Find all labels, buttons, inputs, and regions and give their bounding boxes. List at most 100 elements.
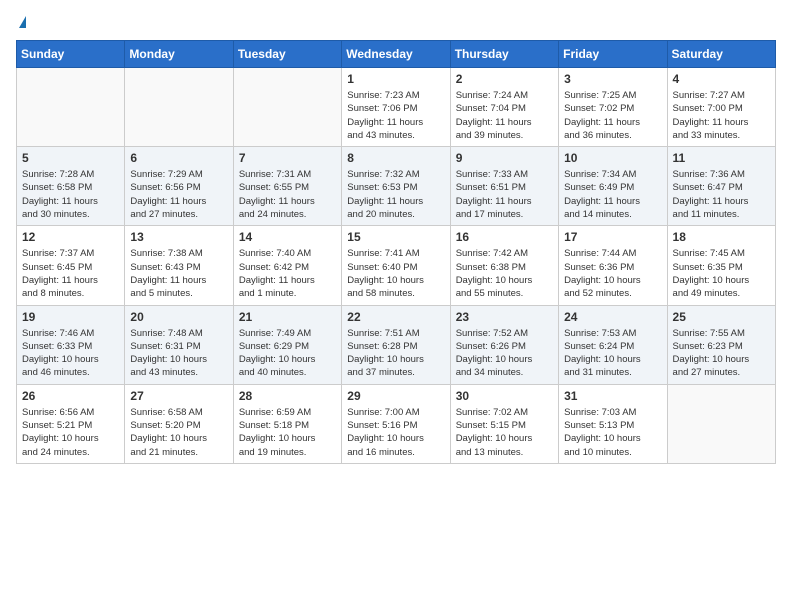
day-number: 15	[347, 230, 444, 244]
day-info: Sunrise: 7:44 AMSunset: 6:36 PMDaylight:…	[564, 247, 661, 300]
weekday-header-thursday: Thursday	[450, 41, 558, 68]
day-number: 28	[239, 389, 336, 403]
weekday-header-sunday: Sunday	[17, 41, 125, 68]
day-number: 29	[347, 389, 444, 403]
calendar-day-cell: 13 Sunrise: 7:38 AMSunset: 6:43 PMDayligh…	[125, 226, 233, 305]
day-number: 21	[239, 310, 336, 324]
day-number: 30	[456, 389, 553, 403]
day-number: 20	[130, 310, 227, 324]
day-number: 11	[673, 151, 770, 165]
calendar-day-cell: 6 Sunrise: 7:29 AMSunset: 6:56 PMDaylight…	[125, 147, 233, 226]
weekday-header-saturday: Saturday	[667, 41, 775, 68]
day-number: 3	[564, 72, 661, 86]
day-number: 10	[564, 151, 661, 165]
day-number: 27	[130, 389, 227, 403]
calendar-day-cell: 21Sunrise: 7:49 AMSunset: 6:29 PMDayligh…	[233, 305, 341, 384]
day-number: 4	[673, 72, 770, 86]
day-number: 16	[456, 230, 553, 244]
calendar-day-cell	[233, 68, 341, 147]
day-info: Sunrise: 7:25 AMSunset: 7:02 PMDaylight:…	[564, 89, 661, 142]
calendar-day-cell: 4Sunrise: 7:27 AMSunset: 7:00 PMDaylight…	[667, 68, 775, 147]
calendar-day-cell: 7 Sunrise: 7:31 AMSunset: 6:55 PMDaylight…	[233, 147, 341, 226]
header	[16, 16, 776, 30]
day-number: 6	[130, 151, 227, 165]
day-number: 2	[456, 72, 553, 86]
calendar-day-cell: 23 Sunrise: 7:52 AMSunset: 6:26 PMDayligh…	[450, 305, 558, 384]
calendar-day-cell: 11 Sunrise: 7:36 AMSunset: 6:47 PMDayligh…	[667, 147, 775, 226]
day-info: Sunrise: 6:58 AMSunset: 5:20 PMDaylight:…	[130, 406, 227, 459]
day-info: Sunrise: 7:37 AMSunset: 6:45 PMDaylight:…	[22, 247, 119, 300]
day-info: Sunrise: 7:48 AMSunset: 6:31 PMDaylight:…	[130, 327, 227, 380]
day-info: Sunrise: 6:56 AMSunset: 5:21 PMDaylight:…	[22, 406, 119, 459]
calendar-day-cell: 10 Sunrise: 7:34 AMSunset: 6:49 PMDayligh…	[559, 147, 667, 226]
day-number: 5	[22, 151, 119, 165]
day-number: 1	[347, 72, 444, 86]
calendar-day-cell	[17, 68, 125, 147]
day-number: 9	[456, 151, 553, 165]
calendar-day-cell: 26 Sunrise: 6:56 AMSunset: 5:21 PMDayligh…	[17, 384, 125, 463]
day-number: 23	[456, 310, 553, 324]
calendar-day-cell: 12 Sunrise: 7:37 AMSunset: 6:45 PMDayligh…	[17, 226, 125, 305]
day-info: Sunrise: 7:41 AMSunset: 6:40 PMDaylight:…	[347, 247, 444, 300]
day-number: 12	[22, 230, 119, 244]
calendar-day-cell: 29 Sunrise: 7:00 AMSunset: 5:16 PMDayligh…	[342, 384, 450, 463]
day-number: 18	[673, 230, 770, 244]
day-info: Sunrise: 7:29 AMSunset: 6:56 PMDaylight:…	[130, 168, 227, 221]
calendar-day-cell: 22Sunrise: 7:51 AMSunset: 6:28 PMDayligh…	[342, 305, 450, 384]
calendar-day-cell: 2 Sunrise: 7:24 AMSunset: 7:04 PMDaylight…	[450, 68, 558, 147]
calendar-day-cell: 9 Sunrise: 7:33 AMSunset: 6:51 PMDaylight…	[450, 147, 558, 226]
weekday-header-tuesday: Tuesday	[233, 41, 341, 68]
calendar-day-cell: 27 Sunrise: 6:58 AMSunset: 5:20 PMDayligh…	[125, 384, 233, 463]
calendar-week-row: 5 Sunrise: 7:28 AMSunset: 6:58 PMDaylight…	[17, 147, 776, 226]
day-number: 7	[239, 151, 336, 165]
day-info: Sunrise: 7:52 AMSunset: 6:26 PMDaylight:…	[456, 327, 553, 380]
calendar-day-cell: 14 Sunrise: 7:40 AMSunset: 6:42 PMDayligh…	[233, 226, 341, 305]
weekday-header-monday: Monday	[125, 41, 233, 68]
day-number: 13	[130, 230, 227, 244]
calendar-day-cell: 16Sunrise: 7:42 AMSunset: 6:38 PMDayligh…	[450, 226, 558, 305]
logo	[16, 16, 26, 30]
day-number: 19	[22, 310, 119, 324]
day-info: Sunrise: 7:34 AMSunset: 6:49 PMDaylight:…	[564, 168, 661, 221]
calendar-day-cell: 17 Sunrise: 7:44 AMSunset: 6:36 PMDayligh…	[559, 226, 667, 305]
day-number: 25	[673, 310, 770, 324]
calendar-week-row: 19 Sunrise: 7:46 AMSunset: 6:33 PMDayligh…	[17, 305, 776, 384]
day-info: Sunrise: 7:51 AMSunset: 6:28 PMDaylight:…	[347, 327, 444, 380]
calendar-day-cell: 3 Sunrise: 7:25 AMSunset: 7:02 PMDaylight…	[559, 68, 667, 147]
day-info: Sunrise: 7:55 AMSunset: 6:23 PMDaylight:…	[673, 327, 770, 380]
calendar-day-cell	[667, 384, 775, 463]
day-info: Sunrise: 7:46 AMSunset: 6:33 PMDaylight:…	[22, 327, 119, 380]
calendar-day-cell: 19 Sunrise: 7:46 AMSunset: 6:33 PMDayligh…	[17, 305, 125, 384]
calendar-day-cell: 8 Sunrise: 7:32 AMSunset: 6:53 PMDaylight…	[342, 147, 450, 226]
calendar-day-cell: 28Sunrise: 6:59 AMSunset: 5:18 PMDayligh…	[233, 384, 341, 463]
logo-triangle-icon	[19, 16, 26, 28]
day-info: Sunrise: 7:24 AMSunset: 7:04 PMDaylight:…	[456, 89, 553, 142]
day-number: 17	[564, 230, 661, 244]
weekday-header-wednesday: Wednesday	[342, 41, 450, 68]
day-info: Sunrise: 7:32 AMSunset: 6:53 PMDaylight:…	[347, 168, 444, 221]
weekday-header-friday: Friday	[559, 41, 667, 68]
day-number: 24	[564, 310, 661, 324]
calendar-day-cell: 18 Sunrise: 7:45 AMSunset: 6:35 PMDayligh…	[667, 226, 775, 305]
day-info: Sunrise: 7:00 AMSunset: 5:16 PMDaylight:…	[347, 406, 444, 459]
calendar-day-cell: 5 Sunrise: 7:28 AMSunset: 6:58 PMDaylight…	[17, 147, 125, 226]
day-info: Sunrise: 7:03 AMSunset: 5:13 PMDaylight:…	[564, 406, 661, 459]
calendar-week-row: 26 Sunrise: 6:56 AMSunset: 5:21 PMDayligh…	[17, 384, 776, 463]
day-info: Sunrise: 7:28 AMSunset: 6:58 PMDaylight:…	[22, 168, 119, 221]
calendar-day-cell	[125, 68, 233, 147]
day-number: 14	[239, 230, 336, 244]
day-info: Sunrise: 7:02 AMSunset: 5:15 PMDaylight:…	[456, 406, 553, 459]
calendar-day-cell: 30 Sunrise: 7:02 AMSunset: 5:15 PMDayligh…	[450, 384, 558, 463]
calendar-day-cell: 15 Sunrise: 7:41 AMSunset: 6:40 PMDayligh…	[342, 226, 450, 305]
calendar-week-row: 1Sunrise: 7:23 AMSunset: 7:06 PMDaylight…	[17, 68, 776, 147]
day-info: Sunrise: 7:31 AMSunset: 6:55 PMDaylight:…	[239, 168, 336, 221]
day-number: 8	[347, 151, 444, 165]
day-info: Sunrise: 7:38 AMSunset: 6:43 PMDaylight:…	[130, 247, 227, 300]
day-info: Sunrise: 7:45 AMSunset: 6:35 PMDaylight:…	[673, 247, 770, 300]
day-info: Sunrise: 7:36 AMSunset: 6:47 PMDaylight:…	[673, 168, 770, 221]
day-number: 26	[22, 389, 119, 403]
day-info: Sunrise: 7:33 AMSunset: 6:51 PMDaylight:…	[456, 168, 553, 221]
calendar-week-row: 12 Sunrise: 7:37 AMSunset: 6:45 PMDayligh…	[17, 226, 776, 305]
calendar-day-cell: 25 Sunrise: 7:55 AMSunset: 6:23 PMDayligh…	[667, 305, 775, 384]
day-info: Sunrise: 7:40 AMSunset: 6:42 PMDaylight:…	[239, 247, 336, 300]
